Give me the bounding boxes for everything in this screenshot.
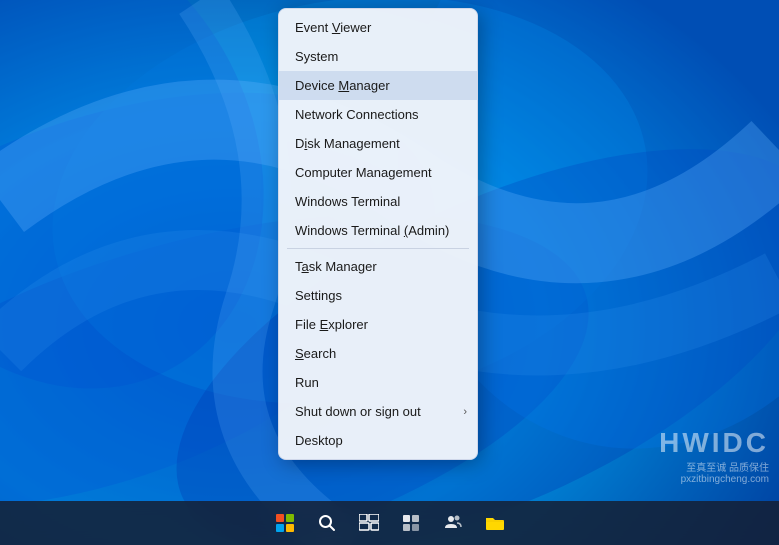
menu-item-settings[interactable]: Settings [279,281,477,310]
menu-item-device-manager[interactable]: Device Manager [279,71,477,100]
file-explorer-taskbar-button[interactable] [476,504,514,542]
watermark-title: HWIDC [659,427,769,459]
menu-item-label: Windows Terminal (Admin) [295,223,449,238]
search-taskbar-button[interactable] [308,504,346,542]
windows-logo-icon [276,514,294,532]
menu-item-label: Desktop [295,433,343,448]
menu-item-label: Run [295,375,319,390]
menu-item-system[interactable]: System [279,42,477,71]
taskview-icon [359,514,379,532]
teams-button[interactable] [434,504,472,542]
menu-item-label: Event Viewer [295,20,371,35]
menu-item-event-viewer[interactable]: Event Viewer [279,13,477,42]
menu-item-label: System [295,49,338,64]
menu-item-network-connections[interactable]: Network Connections [279,100,477,129]
watermark-url: pxzitbingcheng.com [659,474,769,485]
menu-separator [287,248,469,249]
menu-item-label: Device Manager [295,78,390,93]
file-explorer-icon [485,514,505,532]
taskbar [0,501,779,545]
menu-item-windows-terminal-admin[interactable]: Windows Terminal (Admin) [279,216,477,245]
menu-item-computer-management[interactable]: Computer Management [279,158,477,187]
menu-item-label: Disk Management [295,136,400,151]
menu-item-label: Computer Management [295,165,432,180]
menu-item-run[interactable]: Run [279,368,477,397]
menu-item-shut-down-sign-out[interactable]: Shut down or sign out › [279,397,477,426]
start-button[interactable] [266,504,304,542]
submenu-arrow-icon: › [463,406,467,418]
menu-item-label: Settings [295,288,342,303]
menu-item-label: Search [295,346,336,361]
menu-item-desktop[interactable]: Desktop [279,426,477,455]
menu-item-windows-terminal[interactable]: Windows Terminal [279,187,477,216]
teams-icon [443,514,463,532]
menu-item-label: Shut down or sign out [295,404,421,419]
taskview-button[interactable] [350,504,388,542]
watermark-subtitle: 至真至诚 品质保住 [659,459,769,474]
context-menu: Event Viewer System Device Manager Network … [278,8,478,460]
menu-item-label: Task Manager [295,259,377,274]
menu-item-file-explorer[interactable]: File Explorer [279,310,477,339]
menu-item-label: File Explorer [295,317,368,332]
search-taskbar-icon [318,514,336,532]
menu-item-disk-management[interactable]: Disk Management [279,129,477,158]
menu-item-label: Network Connections [295,107,419,122]
widgets-button[interactable] [392,504,430,542]
watermark: HWIDC 至真至诚 品质保住 pxzitbingcheng.com [659,427,769,485]
menu-item-task-manager[interactable]: Task Manager [279,252,477,281]
menu-item-search[interactable]: Search [279,339,477,368]
menu-item-label: Windows Terminal [295,194,400,209]
widgets-icon [402,514,420,532]
